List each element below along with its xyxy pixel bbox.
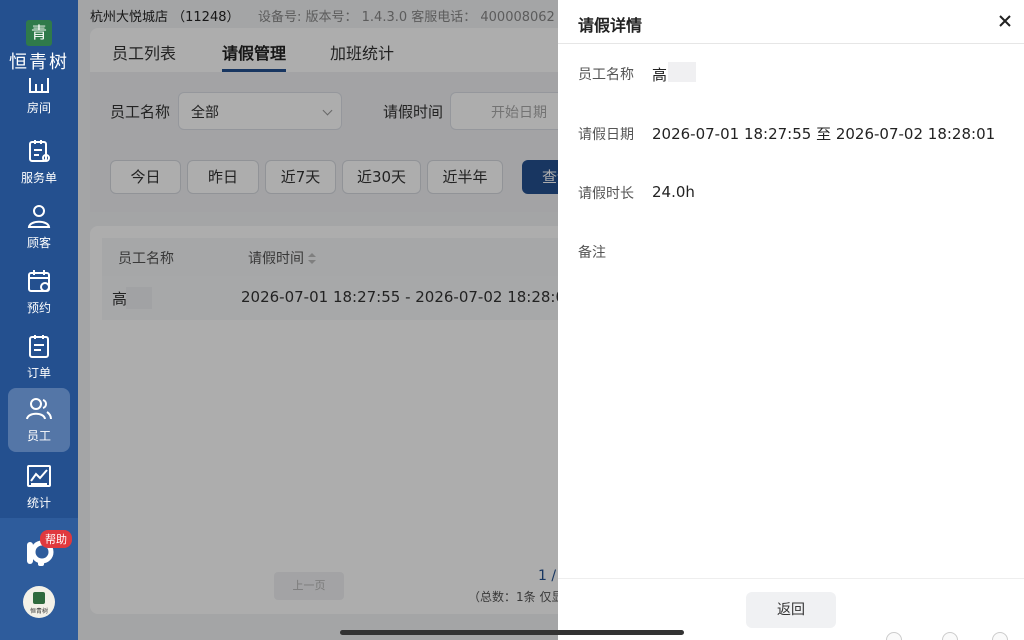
logo-text: 恒青树 (9, 52, 69, 73)
sidebar-item-calendar[interactable]: 预约 (8, 260, 70, 324)
stats-icon (27, 465, 51, 487)
room-icon (29, 78, 49, 93)
sidebar-item-label: 房间 (26, 101, 51, 115)
close-icon[interactable] (998, 14, 1012, 28)
detail-value-date: 2026-07-01 18:27:55 至 2026-07-02 18:28:0… (652, 125, 996, 143)
home-indicator[interactable] (340, 630, 684, 635)
sidebar-item-room[interactable]: 房间 (8, 72, 70, 122)
sidebar-item-staff[interactable]: 员工 (8, 388, 70, 452)
avatar-text: 恒青树 (29, 608, 48, 615)
sidebar-item-label: 订单 (26, 366, 51, 380)
detail-label-date: 请假日期 (578, 127, 634, 143)
help-area: 帮助 恒青树 (0, 518, 78, 640)
logo-mark: 青 (26, 20, 52, 46)
calendar-icon (28, 270, 50, 292)
avatar[interactable]: 恒青树 (23, 586, 55, 618)
staff-icon (26, 398, 52, 420)
drawer-title: 请假详情 (578, 16, 643, 35)
customer-icon (27, 205, 51, 228)
avatar-logo-icon (33, 592, 45, 604)
redacted-name-block (668, 62, 696, 82)
sidebar-item-label: 统计 (26, 496, 51, 510)
sidebar: 青 恒青树 房间 服务单 顾客 预约 订单 员工 统计 帮助 恒青树 (0, 0, 78, 640)
detail-label-employee: 员工名称 (578, 67, 634, 83)
sidebar-item-order[interactable]: 订单 (8, 325, 70, 389)
leave-detail-drawer: 请假详情 员工名称 高 请假日期 2026-07-01 18:27:55 至 2… (558, 0, 1024, 640)
detail-value-employee: 高 (652, 66, 668, 84)
modal-backdrop[interactable] (78, 0, 558, 640)
sidebar-item-label: 服务单 (20, 171, 57, 185)
order-icon (29, 335, 49, 358)
detail-value-duration: 24.0h (652, 183, 695, 201)
sidebar-item-service-order[interactable]: 服务单 (8, 130, 70, 194)
sidebar-item-customer[interactable]: 顾客 (8, 195, 70, 259)
sidebar-item-label: 员工 (26, 429, 51, 443)
service-order-icon (29, 140, 50, 162)
drawer-header: 请假详情 (558, 0, 1024, 44)
help-badge[interactable]: 帮助 (40, 530, 72, 548)
detail-label-duration: 请假时长 (578, 186, 634, 202)
detail-label-remark: 备注 (578, 245, 606, 261)
sidebar-item-stats[interactable]: 统计 (8, 455, 70, 519)
back-button[interactable]: 返回 (746, 592, 836, 628)
sidebar-item-label: 预约 (26, 301, 51, 315)
sidebar-item-label: 顾客 (26, 236, 51, 250)
